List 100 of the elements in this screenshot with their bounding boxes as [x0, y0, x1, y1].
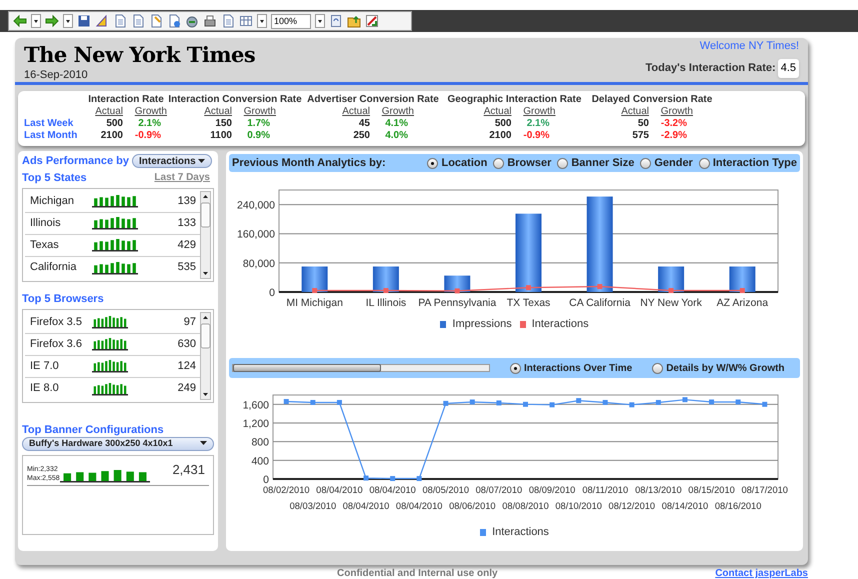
save-icon[interactable] [77, 14, 91, 28]
growth-value: 2.1% [137, 118, 162, 130]
point [390, 476, 396, 482]
axis-label: 08/04/2010 [396, 501, 442, 511]
axis-label: TX Texas [506, 297, 550, 309]
sparkline-drawing [92, 260, 138, 274]
point [284, 399, 289, 404]
axis-label: 08/04/2010 [369, 485, 416, 495]
range-slider[interactable] [232, 364, 490, 372]
caret-icon [200, 441, 207, 446]
option-label[interactable]: Interaction Type [712, 154, 797, 172]
radio-button[interactable] [427, 158, 438, 168]
axis-label: 08/03/2010 [290, 501, 336, 511]
item-name: IE 7.0 [30, 358, 60, 374]
slider-fill[interactable] [233, 364, 382, 372]
back-arrow-icon[interactable] [13, 14, 27, 28]
axis-label: 08/05/2010 [422, 485, 470, 495]
axis-label: 1,200 [242, 418, 269, 430]
option-label[interactable]: Details by W/W% Growth [666, 360, 785, 376]
point [526, 285, 531, 290]
document-icon[interactable] [131, 14, 145, 28]
point [336, 400, 342, 405]
growth-value: 4.1% [384, 118, 409, 130]
option-label[interactable]: Interactions Over Time [524, 360, 632, 376]
item-name: IE 8.0 [30, 381, 60, 396]
radio-button[interactable] [557, 158, 568, 168]
radio-button[interactable] [652, 362, 664, 374]
item-value: 630 [178, 336, 196, 352]
column-header: Growth [242, 106, 276, 118]
sparkline-drawing [92, 382, 128, 396]
printer-icon[interactable] [203, 14, 217, 28]
radio-button[interactable] [698, 158, 710, 168]
row-label: Last Week [24, 118, 74, 130]
point [656, 400, 661, 405]
item-name: California [30, 260, 78, 276]
document-icon[interactable] [167, 14, 181, 28]
point [682, 397, 688, 402]
confidential-note: Confidential and Internal use only [337, 568, 498, 579]
caret-icon [198, 158, 205, 164]
growth-value: 4.0% [384, 130, 409, 142]
dropdown-button[interactable] [257, 14, 267, 28]
metric-value: 45 [358, 118, 370, 130]
item-value: 429 [178, 238, 196, 253]
radio-button[interactable] [510, 362, 521, 374]
dropdown-button[interactable] [31, 14, 41, 28]
point [416, 476, 422, 482]
metric-value: 250 [352, 130, 370, 142]
growth-value: 1.7% [246, 118, 271, 130]
point [383, 288, 388, 294]
zoom-field[interactable]: 100% [271, 14, 311, 28]
point [602, 400, 608, 405]
document-icon[interactable] [221, 14, 235, 28]
resize-icon[interactable] [365, 14, 379, 28]
bar [729, 266, 756, 292]
forward-arrow-icon[interactable] [45, 14, 59, 28]
bar [658, 266, 684, 292]
axis-label: 08/04/2010 [316, 485, 363, 495]
document-icon[interactable] [113, 14, 127, 28]
option-label[interactable]: Banner Size [571, 154, 634, 172]
metric-title: Interaction Conversion Rate [168, 94, 302, 106]
edit-document-icon[interactable] [149, 14, 163, 28]
legend-label: Interactions [492, 525, 549, 540]
folder-icon[interactable] [347, 14, 361, 28]
bar [372, 266, 399, 292]
dropdown-button[interactable] [63, 14, 73, 28]
metric-value: 500 [494, 118, 512, 130]
table-icon[interactable] [239, 14, 253, 28]
axis-label: 08/09/2010 [528, 485, 576, 495]
point [310, 400, 316, 405]
axis-label: AZ Arizona [716, 297, 768, 309]
point [597, 284, 602, 290]
metric-dropdown[interactable]: Interactions [132, 154, 212, 168]
radio-button[interactable] [640, 158, 652, 168]
contact-link[interactable]: Contact jasperLabs [715, 568, 808, 579]
banner-dropdown[interactable]: Buffy's Hardware 300x250 4x10x1 [22, 436, 214, 450]
dropdown-button[interactable] [315, 14, 325, 28]
axis-label: IL Illinois [366, 297, 406, 309]
section-title: Top 5 Browsers [22, 292, 104, 306]
metric-value: 2100 [488, 130, 512, 142]
column-header: Actual [341, 106, 370, 118]
section-title: Top Banner Configurations [22, 422, 165, 436]
item-value: 249 [178, 381, 196, 396]
option-label[interactable]: Gender [654, 154, 693, 172]
metric-title: Interaction Rate [88, 94, 164, 106]
option-label[interactable]: Location [441, 154, 488, 172]
banner-value: 2,431 [172, 460, 205, 478]
axis-label: 08/10/2010 [555, 501, 602, 511]
item-name: Illinois [30, 216, 62, 231]
point [762, 402, 768, 407]
period-link[interactable]: Last 7 Days [154, 170, 210, 184]
axis-label: 240,000 [237, 200, 275, 212]
item-value: 133 [178, 216, 196, 231]
axis-label: 08/08/2010 [502, 501, 549, 511]
point [740, 288, 745, 294]
point [550, 402, 555, 408]
point [312, 288, 318, 294]
radio-button[interactable] [493, 158, 504, 168]
axis-label: 08/16/2010 [714, 501, 762, 511]
logo: The New York Times [24, 41, 256, 69]
option-label[interactable]: Browser [507, 154, 552, 172]
